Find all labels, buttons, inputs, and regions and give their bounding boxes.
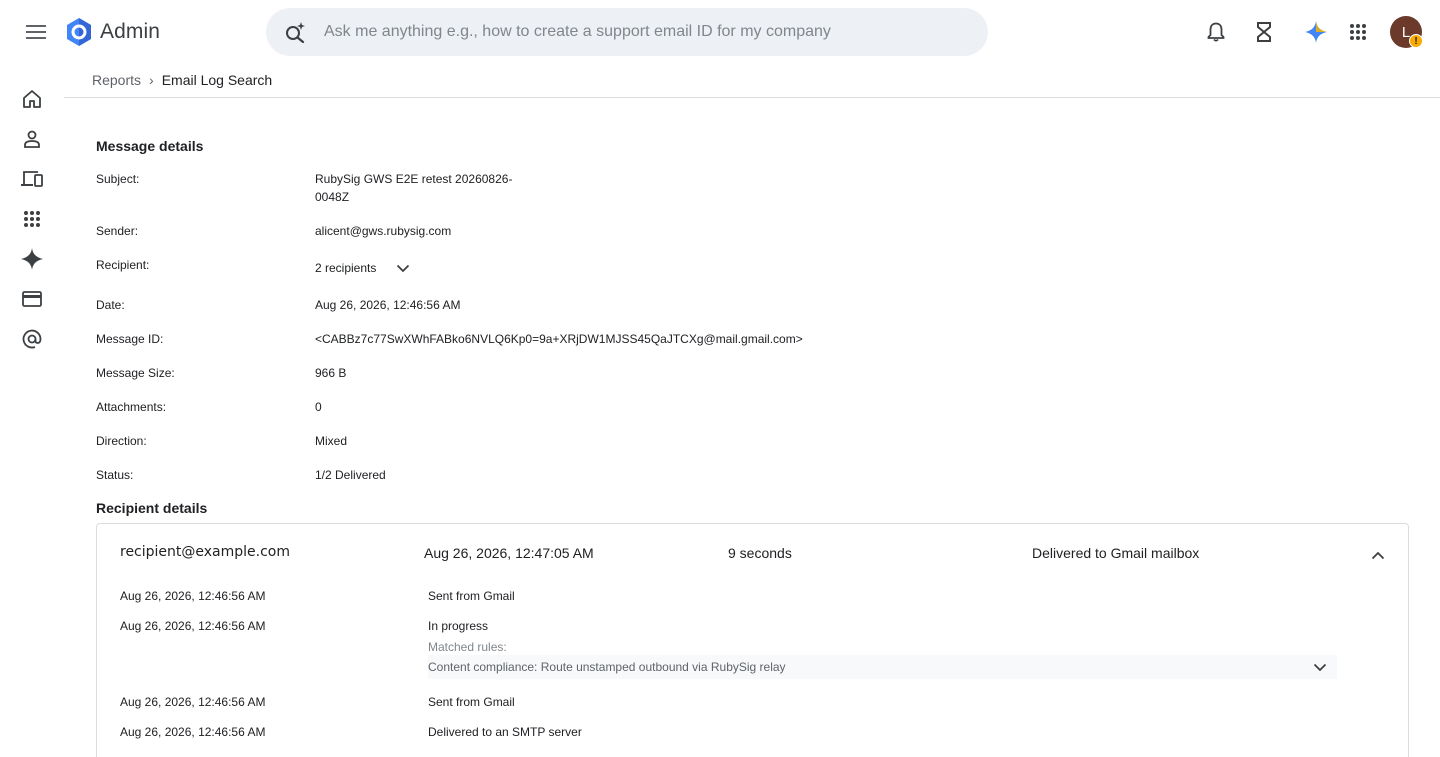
- nav-devices[interactable]: [12, 159, 52, 199]
- message-details-title: Message details: [96, 138, 204, 154]
- home-icon: [23, 90, 41, 108]
- chevron-up-icon: [1371, 551, 1385, 559]
- event-time: Aug 26, 2026, 12:46:56 AM: [120, 619, 266, 633]
- matched-rules-label: Matched rules:: [428, 640, 507, 654]
- attachments-value: 0: [315, 400, 322, 414]
- bell-icon: [1207, 22, 1225, 42]
- event-text: Sent from Gmail: [428, 589, 515, 603]
- hamburger-menu-icon: [26, 25, 46, 39]
- matched-rule-text: Content compliance: Route unstamped outb…: [428, 660, 786, 674]
- recipient-status: Delivered to Gmail mailbox: [1032, 545, 1200, 561]
- app-title: Admin: [100, 20, 161, 43]
- event-time: Aug 26, 2026, 12:46:56 AM: [120, 725, 266, 739]
- chevron-down-icon: [1313, 663, 1327, 672]
- search-bar[interactable]: [266, 8, 988, 56]
- nav-apps[interactable]: [12, 199, 52, 239]
- nav-gemini[interactable]: [12, 239, 52, 279]
- event-text: Delivered to an SMTP server: [428, 725, 582, 739]
- credit-card-icon: [22, 291, 42, 307]
- recipients-dropdown[interactable]: 2 recipients: [315, 256, 410, 280]
- event-text: Sent from Gmail: [428, 695, 515, 709]
- event-text: In progress: [428, 619, 489, 633]
- sender-value: alicent@gws.rubysig.com: [315, 224, 452, 238]
- event-time: Aug 26, 2026, 12:46:56 AM: [120, 695, 266, 709]
- apps-grid-icon: [1350, 24, 1366, 40]
- chevron-down-icon: [397, 264, 410, 272]
- left-nav-rail: [0, 64, 64, 757]
- person-icon: [24, 130, 40, 148]
- subject-value: RubySig GWS E2E retest 20260826- 0048Z: [315, 170, 512, 206]
- sender-label: Sender:: [96, 224, 139, 238]
- nav-users[interactable]: [12, 119, 52, 159]
- status-value: 1/2 Delivered: [315, 468, 386, 482]
- gemini-button[interactable]: [1292, 8, 1340, 56]
- admin-hexagon-logo-icon: [67, 18, 91, 46]
- status-label: Status:: [96, 468, 134, 482]
- message-size-value: 966 B: [315, 366, 347, 380]
- top-bar: Admin L: [0, 0, 1440, 64]
- recipient-email: recipient@example.com: [120, 544, 291, 560]
- search-input[interactable]: [324, 8, 964, 56]
- nav-billing[interactable]: [12, 279, 52, 319]
- at-sign-icon: [22, 329, 42, 349]
- subject-line-1: RubySig GWS E2E retest 20260826-: [315, 172, 513, 186]
- hourglass-icon: [1257, 22, 1271, 42]
- breadcrumb: Reports › Email Log Search: [92, 70, 272, 90]
- subject-label: Subject:: [96, 172, 140, 186]
- message-size-label: Message Size:: [96, 366, 175, 380]
- subject-line-2: 0048Z: [315, 190, 350, 204]
- search-sparkle-icon[interactable]: [266, 8, 324, 56]
- notifications-button[interactable]: [1192, 8, 1240, 56]
- tasks-button[interactable]: [1240, 8, 1288, 56]
- admin-logo[interactable]: Admin: [64, 16, 160, 48]
- recipient-duration: 9 seconds: [728, 545, 792, 561]
- recipient-label: Recipient:: [96, 258, 150, 272]
- gemini-sparkle-icon: [1305, 21, 1327, 43]
- recipient-card: recipient@example.com Aug 26, 2026, 12:4…: [96, 523, 1409, 757]
- badge-text: !: [1414, 35, 1418, 47]
- direction-value: Mixed: [315, 434, 348, 448]
- sparkle-icon: [21, 248, 43, 270]
- event-time: Aug 26, 2026, 12:46:56 AM: [120, 589, 266, 603]
- message-id-label: Message ID:: [96, 332, 164, 346]
- nav-home[interactable]: [12, 79, 52, 119]
- devices-icon: [21, 171, 43, 187]
- breadcrumb-reports-link[interactable]: Reports: [92, 72, 141, 88]
- date-value: Aug 26, 2026, 12:46:56 AM: [315, 298, 461, 312]
- apps-button[interactable]: [1334, 8, 1382, 56]
- header-divider: [64, 97, 1440, 98]
- breadcrumb-current-page: Email Log Search: [161, 72, 273, 88]
- nav-account[interactable]: [12, 319, 52, 359]
- message-id-value: <CABBz7c77SwXWhFABko6NVLQ6Kp0=9a+XRjDW1M…: [315, 332, 803, 346]
- attachments-label: Attachments:: [96, 400, 167, 414]
- recipients-count: 2 recipients: [315, 261, 377, 275]
- matched-rule-row[interactable]: Content compliance: Route unstamped outb…: [428, 655, 1337, 679]
- recipient-details-title: Recipient details: [96, 500, 208, 516]
- date-label: Date:: [96, 298, 125, 312]
- main-menu-button[interactable]: [16, 12, 56, 52]
- apps-grid-icon: [24, 211, 40, 227]
- recipient-delivery-time: Aug 26, 2026, 12:47:05 AM: [424, 545, 594, 561]
- collapse-button[interactable]: [1363, 540, 1393, 570]
- breadcrumb-separator: ›: [149, 72, 154, 88]
- recipient-card-header[interactable]: recipient@example.com Aug 26, 2026, 12:4…: [97, 524, 1408, 582]
- direction-label: Direction:: [96, 434, 147, 448]
- warning-badge-icon: !: [1409, 34, 1423, 48]
